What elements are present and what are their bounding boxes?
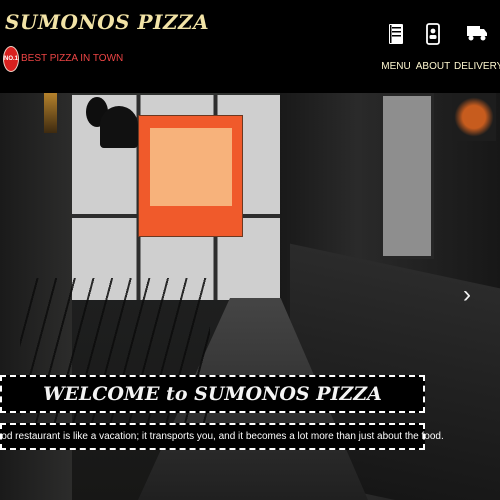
nav-about[interactable]: ABOUT [410,23,456,75]
nav-delivery[interactable]: DELIVERY [454,23,500,75]
hero-chairs [20,278,210,438]
truck-icon [467,26,487,41]
ceiling-lamp-icon [452,93,496,141]
best-pizza-badge-icon: NO.1 [3,46,19,72]
brand-tagline: BEST PIZZA IN TOWN [21,53,124,64]
nav-delivery-label: DELIVERY [454,61,500,72]
hero-right-window [380,93,434,259]
welcome-title: WELCOME to SUMONOS PIZZA [0,375,425,413]
nav-about-label: ABOUT [415,61,451,72]
carousel-next-icon[interactable]: › [463,281,471,309]
brand-title[interactable]: SUMONOS PIZZA [5,10,209,34]
welcome-subtitle: A good restaurant is like a vacation; it… [0,423,444,450]
menu-book-icon [389,24,403,44]
wall-light-icon [44,93,57,133]
site-header: SUMONOS PIZZA NO.1 BEST PIZZA IN TOWN ME… [0,0,500,93]
about-phone-icon [426,23,440,45]
pendant-lamp-icon-2 [100,106,138,148]
